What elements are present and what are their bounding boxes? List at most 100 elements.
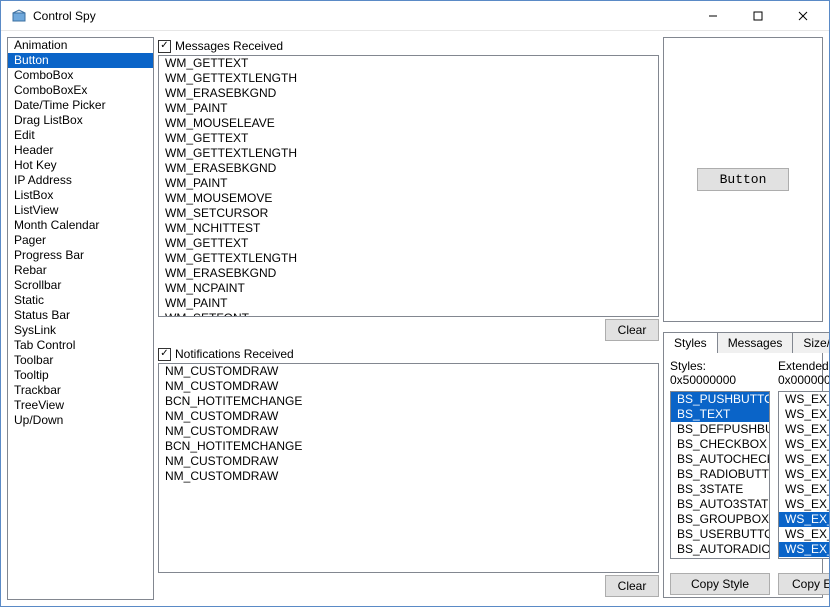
- list-item[interactable]: WM_NCHITTEST: [159, 221, 658, 236]
- notifications-checkbox[interactable]: ✓: [158, 348, 171, 361]
- list-item[interactable]: Rebar: [8, 263, 153, 278]
- list-item[interactable]: WS_EX_COMPOSITED: [779, 422, 829, 437]
- list-item[interactable]: NM_CUSTOMDRAW: [159, 424, 658, 439]
- list-item[interactable]: BCN_HOTITEMCHANGE: [159, 439, 658, 454]
- exstyles-label: Extended Styles: 0x00000000: [778, 357, 829, 389]
- list-item[interactable]: BS_USERBUTTON: [671, 527, 769, 542]
- exstyles-list[interactable]: WS_EX_ACCEPTFILESWS_EX_CLIENTEDGEWS_EX_C…: [778, 391, 829, 559]
- list-item[interactable]: Tooltip: [8, 368, 153, 383]
- list-item[interactable]: WS_EX_ACCEPTFILES: [779, 392, 829, 407]
- tab-styles[interactable]: Styles: [663, 332, 718, 353]
- list-item[interactable]: ComboBoxEx: [8, 83, 153, 98]
- list-item[interactable]: WS_EX_LTRREADING: [779, 542, 829, 557]
- list-item[interactable]: Date/Time Picker: [8, 98, 153, 113]
- list-item[interactable]: WM_MOUSEMOVE: [159, 191, 658, 206]
- list-item[interactable]: WS_EX_LAYERED: [779, 482, 829, 497]
- notifications-clear-button[interactable]: Clear: [605, 575, 659, 597]
- list-item[interactable]: Header: [8, 143, 153, 158]
- styles-list[interactable]: BS_PUSHBUTTONBS_TEXTBS_DEFPUSHBUTTONBS_C…: [670, 391, 770, 559]
- list-item[interactable]: BS_AUTO3STATE: [671, 497, 769, 512]
- controls-panel: AnimationButtonComboBoxComboBoxExDate/Ti…: [7, 37, 154, 600]
- close-button[interactable]: [780, 1, 825, 30]
- list-item[interactable]: WM_PAINT: [159, 176, 658, 191]
- list-item[interactable]: NM_CUSTOMDRAW: [159, 409, 658, 424]
- list-item[interactable]: BS_TEXT: [671, 407, 769, 422]
- list-item[interactable]: SysLink: [8, 323, 153, 338]
- list-item[interactable]: Static: [8, 293, 153, 308]
- list-item[interactable]: WS_EX_LEFTSCROLLBAR: [779, 527, 829, 542]
- list-item[interactable]: TreeView: [8, 398, 153, 413]
- messages-clear-button[interactable]: Clear: [605, 319, 659, 341]
- list-item[interactable]: Tab Control: [8, 338, 153, 353]
- list-item[interactable]: BS_DEFPUSHBUTTON: [671, 422, 769, 437]
- list-item[interactable]: WM_SETCURSOR: [159, 206, 658, 221]
- list-item[interactable]: ComboBox: [8, 68, 153, 83]
- list-item[interactable]: WS_EX_DLGMODALFRAME: [779, 467, 829, 482]
- controls-list[interactable]: AnimationButtonComboBoxComboBoxExDate/Ti…: [7, 37, 154, 600]
- minimize-button[interactable]: [690, 1, 735, 30]
- list-item[interactable]: Animation: [8, 38, 153, 53]
- tab-page-styles: Styles: 0x50000000 Extended Styles: 0x00…: [663, 352, 823, 598]
- list-item[interactable]: WM_NCPAINT: [159, 281, 658, 296]
- list-item[interactable]: WM_GETTEXTLENGTH: [159, 146, 658, 161]
- copy-exstyle-button[interactable]: Copy ExStyle: [778, 573, 829, 595]
- tab-size-color[interactable]: Size/Color: [792, 332, 829, 353]
- list-item[interactable]: BS_GROUPBOX: [671, 512, 769, 527]
- list-item[interactable]: Hot Key: [8, 158, 153, 173]
- list-item[interactable]: Pager: [8, 233, 153, 248]
- app-icon: [11, 8, 27, 24]
- window-title: Control Spy: [33, 9, 690, 23]
- list-item[interactable]: WM_ERASEBKGND: [159, 161, 658, 176]
- list-item[interactable]: BS_3STATE: [671, 482, 769, 497]
- list-item[interactable]: Toolbar: [8, 353, 153, 368]
- list-item[interactable]: NM_CUSTOMDRAW: [159, 379, 658, 394]
- list-item[interactable]: WM_ERASEBKGND: [159, 266, 658, 281]
- tabstrip: StylesMessagesSize/ColorAbout: [663, 328, 823, 352]
- list-item[interactable]: Trackbar: [8, 383, 153, 398]
- right-panel: ✓ Messages Received WM_GETTEXTWM_GETTEXT…: [158, 37, 659, 600]
- list-item[interactable]: WS_EX_MDICHILD: [779, 557, 829, 559]
- list-item[interactable]: Progress Bar: [8, 248, 153, 263]
- notifications-list[interactable]: NM_CUSTOMDRAWNM_CUSTOMDRAWBCN_HOTITEMCHA…: [158, 363, 659, 573]
- list-item[interactable]: Edit: [8, 128, 153, 143]
- list-item[interactable]: Month Calendar: [8, 218, 153, 233]
- list-item[interactable]: WM_MOUSELEAVE: [159, 116, 658, 131]
- sample-button[interactable]: Button: [697, 168, 790, 191]
- list-item[interactable]: Drag ListBox: [8, 113, 153, 128]
- list-item[interactable]: BS_CHECKBOX: [671, 437, 769, 452]
- list-item[interactable]: Button: [8, 53, 153, 68]
- list-item[interactable]: WM_GETTEXT: [159, 236, 658, 251]
- copy-style-button[interactable]: Copy Style: [670, 573, 770, 595]
- list-item[interactable]: IP Address: [8, 173, 153, 188]
- list-item[interactable]: WS_EX_LAYOUTRTL: [779, 497, 829, 512]
- list-item[interactable]: WM_PAINT: [159, 296, 658, 311]
- list-item[interactable]: Status Bar: [8, 308, 153, 323]
- list-item[interactable]: BS_PUSHBUTTON: [671, 392, 769, 407]
- list-item[interactable]: WS_EX_CONTEXTHELP: [779, 437, 829, 452]
- list-item[interactable]: BS_AUTOCHECKBOX: [671, 452, 769, 467]
- list-item[interactable]: WM_GETTEXTLENGTH: [159, 251, 658, 266]
- list-item[interactable]: NM_CUSTOMDRAW: [159, 364, 658, 379]
- list-item[interactable]: WM_GETTEXT: [159, 131, 658, 146]
- list-item[interactable]: BCN_HOTITEMCHANGE: [159, 394, 658, 409]
- messages-checkbox[interactable]: ✓: [158, 40, 171, 53]
- list-item[interactable]: Scrollbar: [8, 278, 153, 293]
- maximize-button[interactable]: [735, 1, 780, 30]
- list-item[interactable]: NM_CUSTOMDRAW: [159, 454, 658, 469]
- tab-messages[interactable]: Messages: [717, 332, 794, 353]
- list-item[interactable]: WM_PAINT: [159, 101, 658, 116]
- list-item[interactable]: WM_GETTEXTLENGTH: [159, 71, 658, 86]
- list-item[interactable]: NM_CUSTOMDRAW: [159, 469, 658, 484]
- list-item[interactable]: WS_EX_CLIENTEDGE: [779, 407, 829, 422]
- messages-list[interactable]: WM_GETTEXTWM_GETTEXTLENGTHWM_ERASEBKGNDW…: [158, 55, 659, 317]
- list-item[interactable]: BS_OWNERDRAW: [671, 557, 769, 559]
- list-item[interactable]: BS_AUTORADIOBUTTON: [671, 542, 769, 557]
- list-item[interactable]: BS_RADIOBUTTON: [671, 467, 769, 482]
- list-item[interactable]: WS_EX_CONTROLPARENT: [779, 452, 829, 467]
- list-item[interactable]: Up/Down: [8, 413, 153, 428]
- list-item[interactable]: WM_ERASEBKGND: [159, 86, 658, 101]
- list-item[interactable]: ListView: [8, 203, 153, 218]
- list-item[interactable]: WS_EX_LEFT: [779, 512, 829, 527]
- list-item[interactable]: WM_GETTEXT: [159, 56, 658, 71]
- list-item[interactable]: ListBox: [8, 188, 153, 203]
